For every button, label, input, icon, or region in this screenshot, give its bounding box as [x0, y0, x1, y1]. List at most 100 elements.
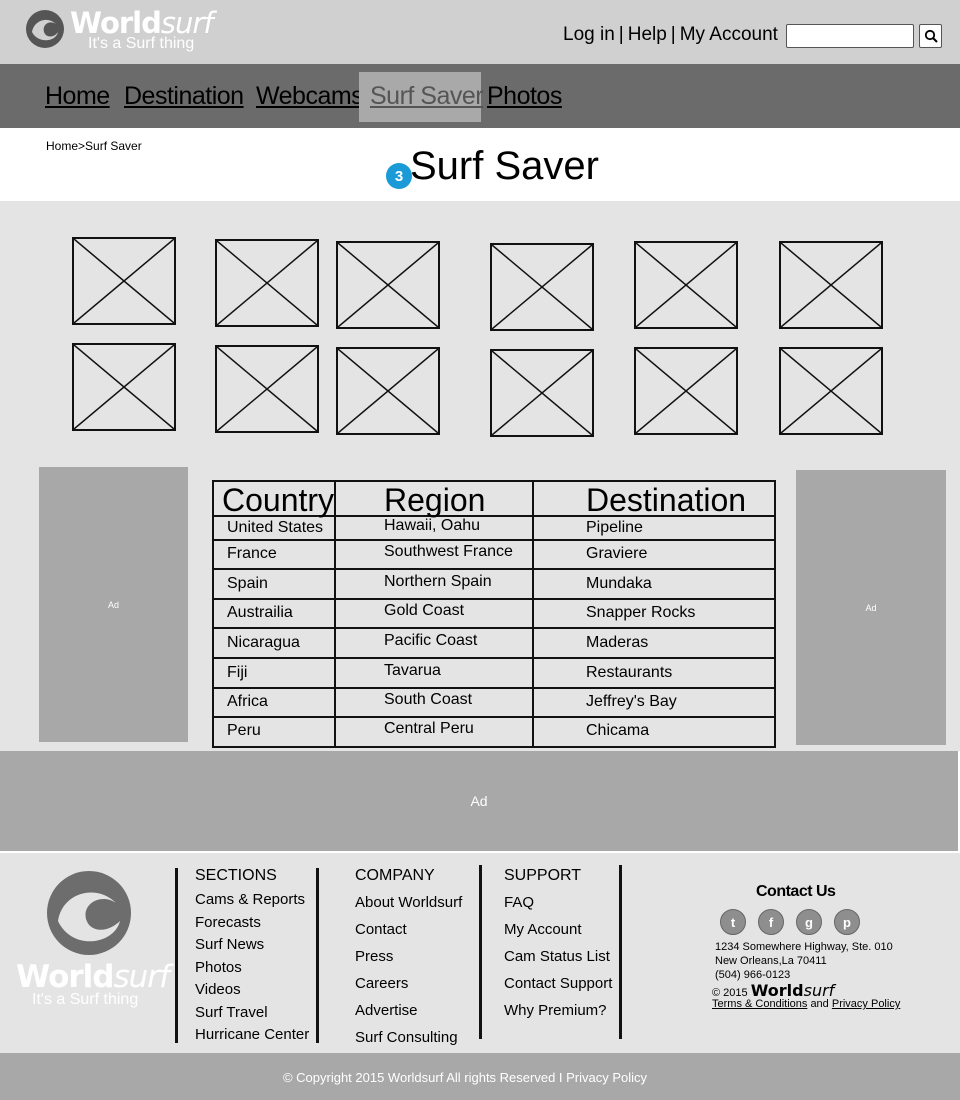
image-placeholder-icon — [636, 349, 736, 433]
table-cell[interactable]: Chicama — [586, 722, 649, 740]
terms-link[interactable]: Terms & Conditions — [712, 998, 807, 1010]
footer-company: COMPANY About Worldsurf Contact Press Ca… — [355, 867, 462, 1051]
footer-link[interactable]: Photos — [195, 957, 309, 980]
pinterest-icon[interactable]: p — [834, 909, 860, 935]
header-destination: Destination — [586, 482, 747, 518]
logo-tagline: It's a Surf thing — [88, 35, 195, 52]
image-placeholder[interactable] — [72, 237, 176, 325]
nav-photos[interactable]: Photos — [487, 82, 562, 111]
footer-link[interactable]: Advertise — [355, 997, 462, 1024]
table-cell: Spain — [227, 575, 268, 592]
table-cell[interactable]: Graviere — [586, 545, 647, 563]
footer-divider — [619, 865, 622, 1039]
account-links: Log in | Help | My Account — [563, 24, 778, 46]
copyright-bar: © Copyright 2015 Worldsurf All rights Re… — [0, 1053, 960, 1100]
facebook-icon[interactable]: f — [758, 909, 784, 935]
my-account-link[interactable]: My Account — [680, 24, 778, 45]
table-cell[interactable]: Pipeline — [586, 519, 643, 537]
destinations-table: Country Region Destination United States… — [212, 480, 776, 748]
wide-ad-banner[interactable]: Ad — [0, 751, 958, 851]
table-cell: Central Peru — [384, 720, 474, 737]
image-placeholder[interactable] — [72, 343, 176, 431]
table-cell: Africa — [227, 693, 268, 710]
image-placeholder[interactable] — [215, 345, 319, 433]
table-cell[interactable]: Snapper Rocks — [586, 604, 695, 622]
table-cell: France — [227, 545, 277, 562]
image-placeholder-icon — [338, 243, 438, 327]
image-placeholder[interactable] — [215, 239, 319, 327]
footer-logo-tagline: It's a Surf thing — [32, 991, 139, 1008]
footer-logo[interactable]: Worldsurf It's a Surf thing — [14, 867, 174, 1017]
column-divider — [334, 482, 336, 746]
right-ad[interactable]: Ad — [796, 470, 946, 745]
nav-surf-saver-active[interactable]: Surf Saver — [359, 72, 484, 122]
nav-surf-saver-label: Surf Saver — [370, 82, 484, 110]
sections-heading: SECTIONS — [195, 867, 277, 884]
wave-logo-icon — [26, 10, 64, 48]
image-placeholder[interactable] — [490, 243, 594, 331]
support-heading: SUPPORT — [504, 867, 582, 884]
footer-link[interactable]: My Account — [504, 916, 612, 943]
footer-link[interactable]: Why Premium? — [504, 997, 612, 1024]
table-cell[interactable]: Restaurants — [586, 664, 672, 682]
footer-link[interactable]: Careers — [355, 970, 462, 997]
table-cell: Southwest France — [384, 543, 513, 560]
footer-link[interactable]: FAQ — [504, 889, 612, 916]
top-header: Worldsurf It's a Surf thing Log in | Help |… — [0, 0, 960, 64]
table-cell[interactable]: Jeffrey's Bay — [586, 693, 677, 711]
footer-link[interactable]: Surf News — [195, 934, 309, 957]
image-placeholder-icon — [492, 245, 592, 329]
footer-link[interactable]: Contact — [355, 916, 462, 943]
table-cell: Austrailia — [227, 604, 293, 621]
image-placeholder[interactable] — [779, 241, 883, 329]
footer-link[interactable]: Contact Support — [504, 970, 612, 997]
row-divider — [214, 539, 774, 541]
image-placeholder-icon — [74, 239, 174, 323]
footer-link[interactable]: Hurricane Center — [195, 1024, 309, 1047]
breadcrumb[interactable]: Home>Surf Saver — [46, 139, 142, 153]
google-plus-icon[interactable]: g — [796, 909, 822, 935]
footer-link[interactable]: Surf Travel — [195, 1002, 309, 1025]
search-button[interactable] — [919, 24, 942, 48]
left-ad[interactable]: Ad — [39, 467, 188, 742]
row-divider — [214, 627, 774, 629]
nav-home[interactable]: Home — [45, 82, 110, 111]
login-link[interactable]: Log in — [563, 24, 615, 45]
table-cell: Tavarua — [384, 662, 441, 679]
search-icon — [924, 29, 938, 43]
footer-link[interactable]: Cams & Reports — [195, 889, 309, 912]
table-cell: Northern Spain — [384, 573, 492, 590]
image-placeholder[interactable] — [779, 347, 883, 435]
footer-link[interactable]: Videos — [195, 979, 309, 1002]
footer-link[interactable]: Cam Status List — [504, 943, 612, 970]
contact-us-heading: Contact Us — [756, 883, 836, 900]
footer-link[interactable]: Surf Consulting — [355, 1024, 462, 1051]
image-placeholder[interactable] — [336, 241, 440, 329]
footer-link[interactable]: Forecasts — [195, 912, 309, 935]
site-logo[interactable]: Worldsurf It's a Surf thing — [24, 6, 224, 56]
image-placeholder[interactable] — [490, 349, 594, 437]
twitter-icon[interactable]: t — [720, 909, 746, 935]
footer-sections: SECTIONS Cams & Reports Forecasts Surf N… — [195, 867, 309, 1047]
footer-link[interactable]: About Worldsurf — [355, 889, 462, 916]
image-placeholder-icon — [781, 349, 881, 433]
image-placeholder[interactable] — [336, 347, 440, 435]
page-title: Surf Saver — [410, 144, 599, 188]
footer-link[interactable]: Press — [355, 943, 462, 970]
table-cell: Pacific Coast — [384, 632, 478, 649]
address-line: New Orleans,La 70411 — [715, 955, 827, 967]
image-placeholder-icon — [217, 347, 317, 431]
privacy-link[interactable]: Privacy Policy — [832, 998, 900, 1010]
footer-divider — [175, 868, 178, 1043]
search-input[interactable] — [786, 24, 914, 48]
footer-divider — [316, 868, 319, 1043]
footer-logo-wordmark: Worldsurf — [16, 959, 170, 995]
table-cell[interactable]: Mundaka — [586, 575, 652, 593]
nav-destination[interactable]: Destination — [124, 82, 244, 111]
help-link[interactable]: Help — [628, 24, 667, 45]
address-line: 1234 Somewhere Highway, Ste. 010 — [715, 941, 893, 953]
image-placeholder[interactable] — [634, 347, 738, 435]
table-cell[interactable]: Maderas — [586, 634, 648, 652]
image-placeholder[interactable] — [634, 241, 738, 329]
nav-webcams[interactable]: Webcams — [256, 82, 364, 111]
